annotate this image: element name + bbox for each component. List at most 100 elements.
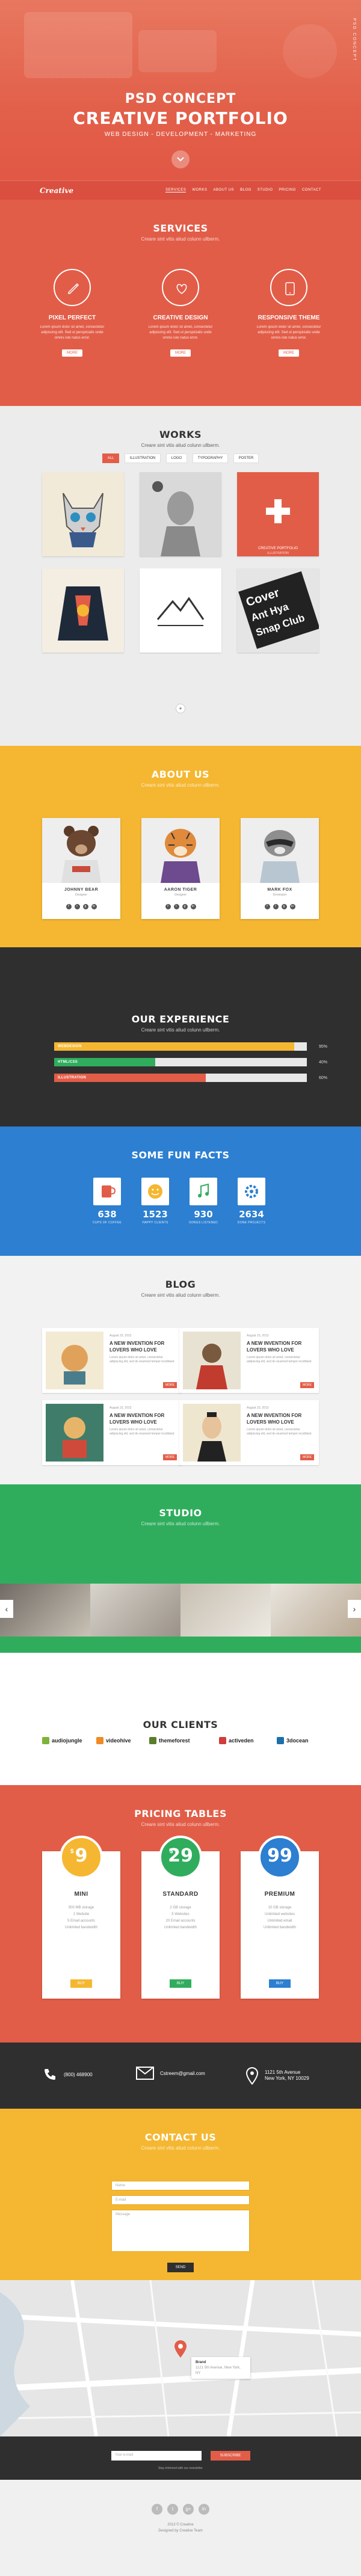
post-excerpt: Lorem ipsum dolor sit amet, consectetur … bbox=[110, 1428, 175, 1436]
client-logo[interactable]: 3docean bbox=[277, 1737, 309, 1744]
scroll-down-button[interactable] bbox=[171, 150, 190, 168]
nav-item-works[interactable]: WORKS bbox=[192, 188, 207, 192]
nav-item-studio[interactable]: STUDIO bbox=[258, 188, 273, 192]
site-logo[interactable]: Creative bbox=[40, 186, 73, 195]
hero-section: PSD CONCEPT PSD CONCEPT CREATIVE PORTFOL… bbox=[0, 0, 361, 180]
post-title[interactable]: A NEW INVENTION FOR LOVERS WHO LOVE bbox=[110, 1412, 176, 1425]
google-plus-icon[interactable]: g bbox=[281, 904, 287, 909]
phone-number[interactable]: (800) 468900 bbox=[64, 2072, 93, 2077]
google-plus-icon[interactable]: g bbox=[182, 904, 188, 909]
statue-photo bbox=[140, 472, 221, 556]
service-more-button[interactable]: MORE bbox=[279, 349, 299, 357]
filter-logo[interactable]: LOGO bbox=[165, 453, 188, 463]
gallery-prev-button[interactable]: ‹ bbox=[0, 1600, 13, 1618]
client-logo-mark bbox=[277, 1737, 284, 1744]
filter-all[interactable]: ALL bbox=[102, 453, 120, 463]
portfolio-item-mountains[interactable] bbox=[140, 568, 221, 653]
nav-item-blog[interactable]: BLOG bbox=[240, 188, 251, 192]
service-more-button[interactable]: MORE bbox=[170, 349, 191, 357]
section-title: SERVICES bbox=[153, 223, 208, 234]
post-excerpt: Lorem ipsum dolor sit amet, consectetur … bbox=[247, 1428, 312, 1436]
skill-label: ILLUSTRATION bbox=[58, 1076, 87, 1080]
twitter-icon[interactable]: t bbox=[273, 904, 279, 909]
gallery-next-button[interactable]: › bbox=[348, 1600, 361, 1618]
contact-email: Cstreem@gmail.com bbox=[136, 2067, 205, 2080]
hero-tagline: WEB DESIGN - DEVELOPMENT - MARKETING bbox=[104, 131, 257, 138]
portfolio-item-cat[interactable] bbox=[42, 472, 124, 556]
plan-feature: Unlimited bandwidth bbox=[64, 1926, 98, 1929]
name-field[interactable]: Name bbox=[111, 2181, 250, 2190]
map-section[interactable]: Brand 1121 5th Avenue, New York, NY bbox=[0, 2280, 361, 2436]
send-button[interactable]: SEND bbox=[167, 2263, 194, 2272]
facebook-icon[interactable]: f bbox=[66, 904, 72, 909]
buy-button[interactable]: BUY bbox=[269, 1979, 291, 1988]
hero-background-shape bbox=[24, 12, 132, 78]
filter-poster[interactable]: POSTER bbox=[233, 453, 259, 463]
twitter-icon[interactable]: t bbox=[167, 2504, 178, 2515]
facebook-icon[interactable]: f bbox=[165, 904, 171, 909]
portfolio-item-featured[interactable]: CREATIVE PORTFOLIO ILLUSTRATION bbox=[237, 472, 319, 556]
post-date: August 23, 2013 bbox=[247, 1334, 269, 1338]
portfolio-item-jacket[interactable] bbox=[42, 568, 124, 653]
client-logo[interactable]: videohive bbox=[96, 1737, 131, 1744]
blog-post-card[interactable]: August 23, 2013 A NEW INVENTION FOR LOVE… bbox=[179, 1328, 319, 1393]
contact-phone: (800) 468900 bbox=[42, 2067, 93, 2082]
post-more-button[interactable]: MORE bbox=[163, 1382, 177, 1388]
google-plus-icon[interactable]: g+ bbox=[183, 2504, 194, 2515]
experience-section: OUR EXPERIENCE Creare sint vitis aliud c… bbox=[0, 947, 361, 1127]
avatar bbox=[42, 818, 120, 883]
nav-item-contact[interactable]: CONTACT bbox=[302, 188, 321, 192]
studio-photo[interactable] bbox=[0, 1584, 90, 1637]
email-field[interactable]: E-mail bbox=[111, 2195, 250, 2205]
twitter-icon[interactable]: t bbox=[173, 904, 179, 909]
section-title: SOME FUN FACTS bbox=[131, 1149, 230, 1161]
client-name: videohive bbox=[106, 1738, 131, 1744]
skill-percent: 60% bbox=[318, 1076, 327, 1080]
newsletter-email-input[interactable]: Your e-mail bbox=[111, 2451, 202, 2461]
service-name: PIXEL PERFECT bbox=[48, 315, 96, 321]
blog-post-card[interactable]: August 23, 2013 A NEW INVENTION FOR LOVE… bbox=[179, 1400, 319, 1465]
email-address[interactable]: Cstreem@gmail.com bbox=[160, 2071, 205, 2076]
filter-typography[interactable]: TYPOGRAPHY bbox=[192, 453, 229, 463]
post-more-button[interactable]: MORE bbox=[300, 1454, 314, 1460]
buy-button[interactable]: BUY bbox=[170, 1979, 191, 1988]
linkedin-icon[interactable]: in bbox=[190, 904, 196, 909]
nav-item-about[interactable]: ABOUT US bbox=[214, 188, 235, 192]
blog-post-card[interactable]: August 23, 2013 A NEW INVENTION FOR LOVE… bbox=[42, 1400, 182, 1465]
nav-item-services[interactable]: SERVICES bbox=[165, 188, 187, 192]
twitter-icon[interactable]: t bbox=[74, 904, 80, 909]
plan-feature: Unlimited websites bbox=[264, 1913, 295, 1916]
skill-bar: ILLUSTRATION 60% bbox=[54, 1074, 327, 1082]
client-logo[interactable]: activeden bbox=[219, 1737, 254, 1744]
linkedin-icon[interactable]: in bbox=[91, 904, 97, 909]
post-title[interactable]: A NEW INVENTION FOR LOVERS WHO LOVE bbox=[247, 1340, 313, 1353]
post-more-button[interactable]: MORE bbox=[163, 1454, 177, 1460]
portfolio-item-bust[interactable] bbox=[140, 472, 221, 556]
service-more-button[interactable]: MORE bbox=[62, 349, 82, 357]
raccoon-illustration bbox=[260, 830, 300, 883]
post-title[interactable]: A NEW INVENTION FOR LOVERS WHO LOVE bbox=[110, 1340, 176, 1353]
blog-post-card[interactable]: August 23, 2013 A NEW INVENTION FOR LOVE… bbox=[42, 1328, 182, 1393]
linkedin-icon[interactable]: in bbox=[289, 904, 295, 909]
linkedin-icon[interactable]: in bbox=[199, 2504, 209, 2515]
buy-button[interactable]: BUY bbox=[70, 1979, 92, 1988]
filter-illustration[interactable]: ILLUSTRATION bbox=[124, 453, 161, 463]
studio-photo[interactable] bbox=[90, 1584, 180, 1637]
post-title[interactable]: A NEW INVENTION FOR LOVERS WHO LOVE bbox=[247, 1412, 313, 1425]
portfolio-item-poster[interactable]: Cover Ant Hya Snap Club bbox=[237, 568, 319, 653]
client-logo[interactable]: themeforest bbox=[149, 1737, 190, 1744]
section-subtitle: Creare sint vitis aliud colunn ullberm. bbox=[141, 1521, 220, 1526]
subscribe-button[interactable]: SUBSCRIBE bbox=[211, 2451, 250, 2461]
service-description: Lorem ipsum dolor sit amet, consectetur … bbox=[40, 325, 105, 340]
nav-item-pricing[interactable]: PRICING bbox=[279, 188, 296, 192]
map-pin-icon bbox=[245, 2067, 259, 2085]
map-marker-icon[interactable] bbox=[173, 2339, 188, 2358]
facebook-icon[interactable]: f bbox=[264, 904, 270, 909]
client-logo[interactable]: audiojungle bbox=[42, 1737, 82, 1744]
post-more-button[interactable]: MORE bbox=[300, 1382, 314, 1388]
studio-photo[interactable] bbox=[180, 1584, 271, 1637]
facebook-icon[interactable]: f bbox=[152, 2504, 162, 2515]
message-field[interactable]: Message bbox=[111, 2210, 250, 2252]
load-more-button[interactable]: + bbox=[176, 704, 185, 713]
google-plus-icon[interactable]: g bbox=[82, 904, 88, 909]
